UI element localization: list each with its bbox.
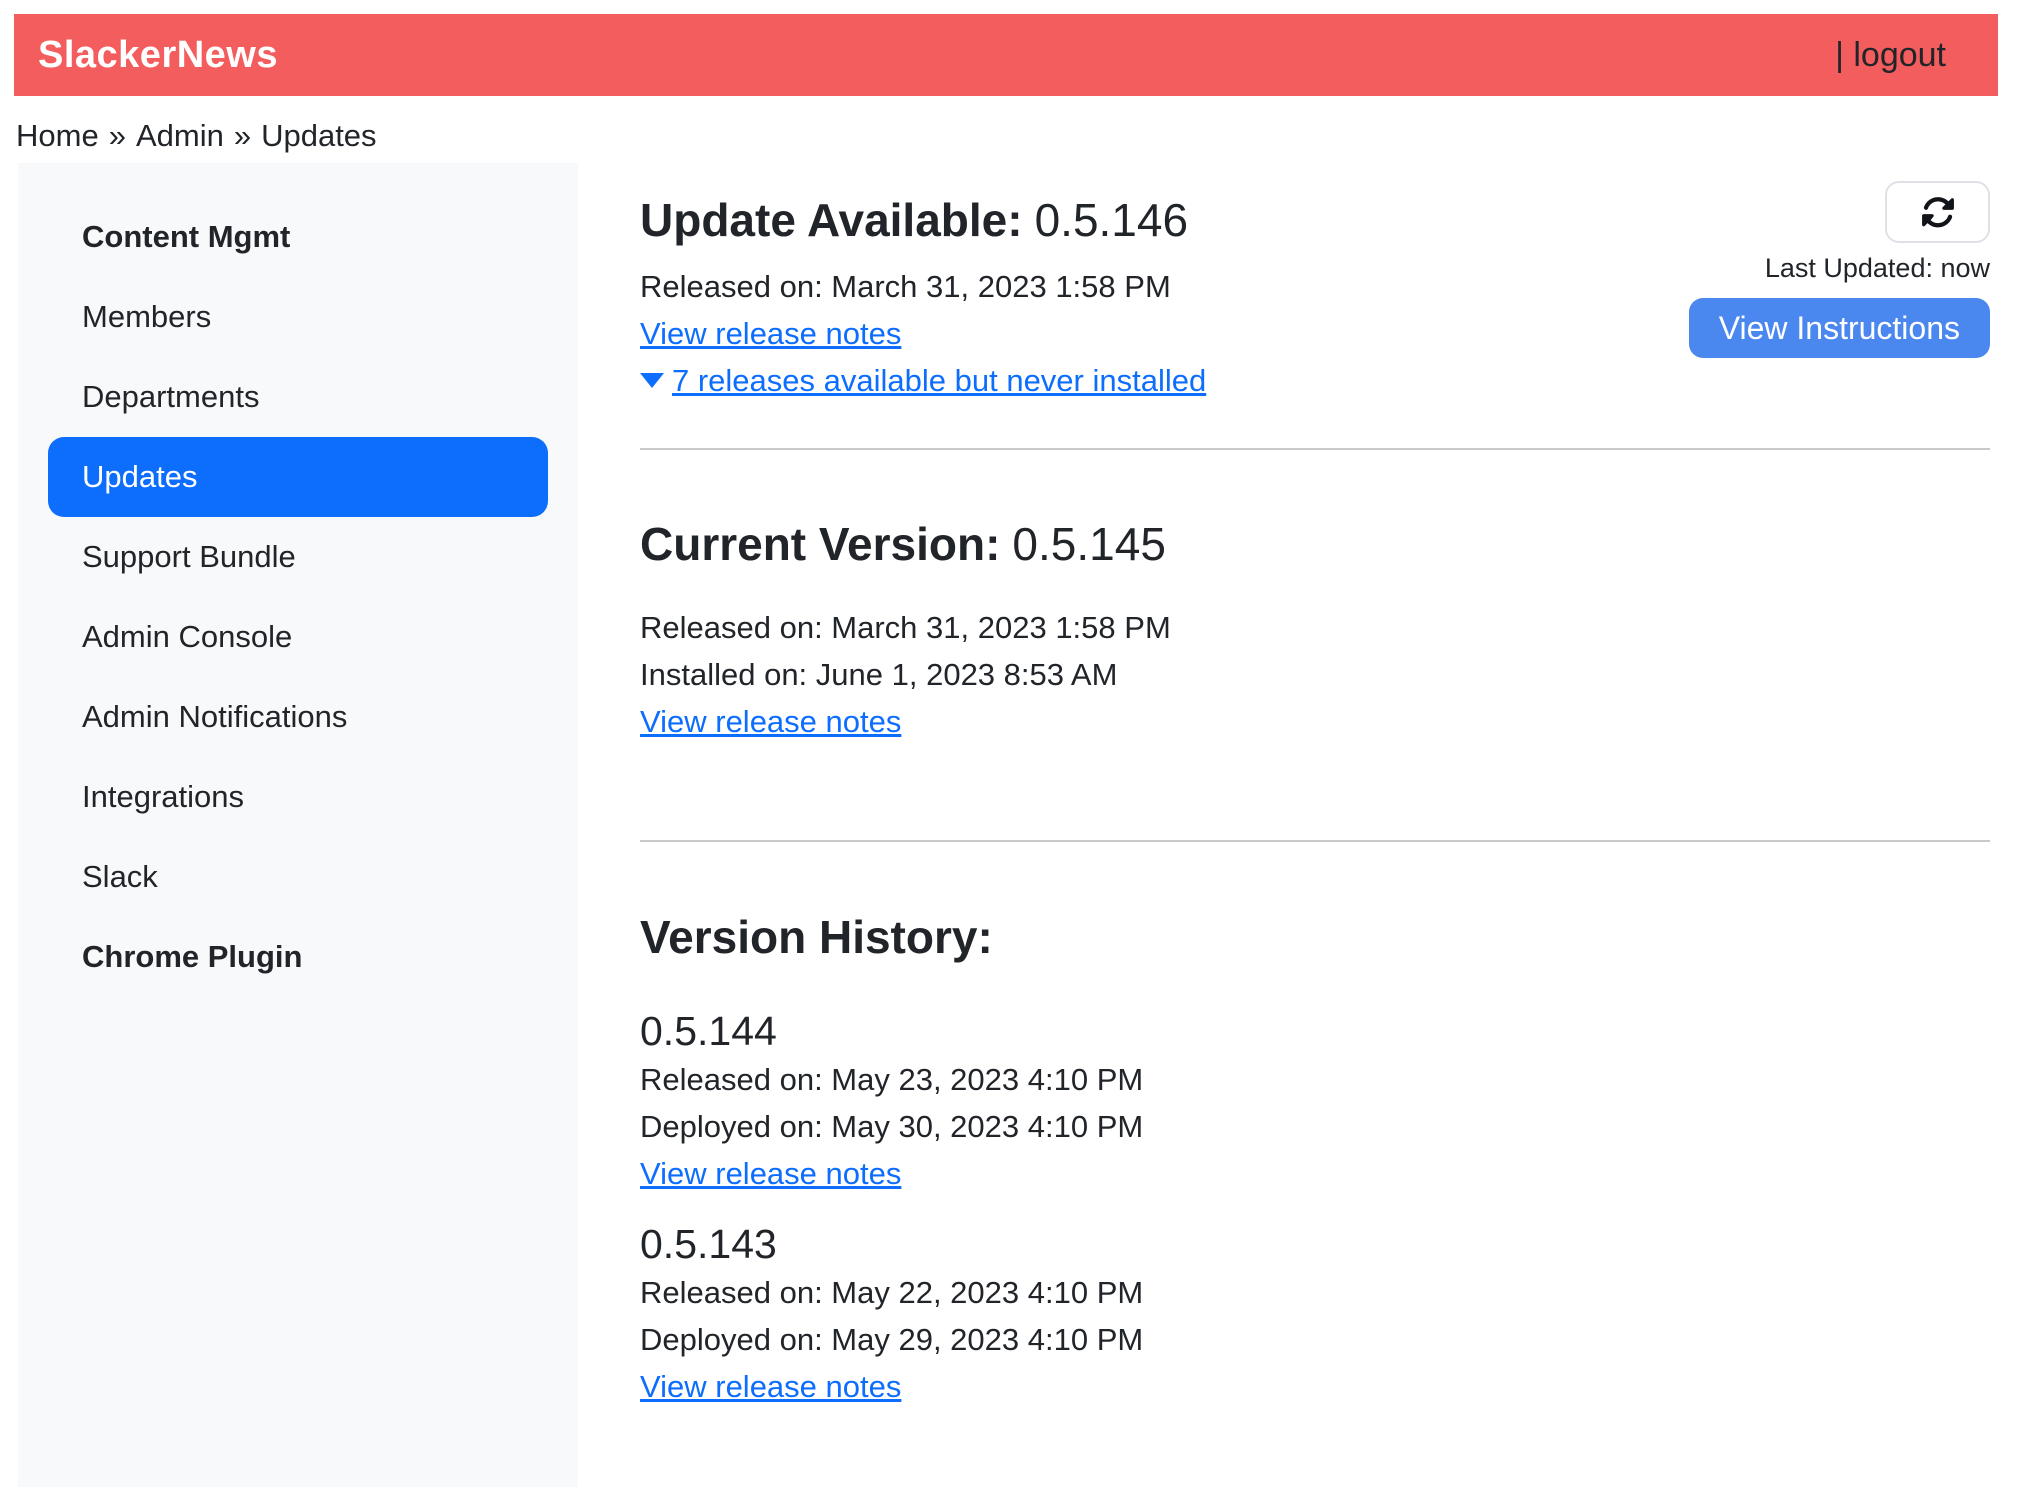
sidebar-item-chrome-plugin[interactable]: Chrome Plugin [48, 917, 548, 997]
sidebar-item-admin-console[interactable]: Admin Console [48, 597, 548, 677]
divider [640, 448, 1990, 450]
history-released-on: Released on: May 23, 2023 4:10 PM [640, 1056, 1990, 1103]
sidebar-item-support-bundle[interactable]: Support Bundle [48, 517, 548, 597]
current-released-on: Released on: March 31, 2023 1:58 PM [640, 604, 1990, 651]
sidebar-item-integrations[interactable]: Integrations [48, 757, 548, 837]
version-history-entry: 0.5.143 Released on: May 22, 2023 4:10 P… [640, 1219, 1990, 1410]
history-released-on: Released on: May 22, 2023 4:10 PM [640, 1269, 1990, 1316]
divider [640, 840, 1990, 842]
last-updated-label: Last Updated: now [1765, 253, 1990, 284]
sidebar-item-departments[interactable]: Departments [48, 357, 548, 437]
current-version-heading: Current Version:0.5.145 [640, 517, 1990, 572]
breadcrumb-updates: Updates [261, 118, 376, 153]
version-history-heading: Version History: [640, 910, 1990, 965]
sidebar-item-admin-notifications[interactable]: Admin Notifications [48, 677, 548, 757]
app-header: SlackerNews | logout [14, 14, 1998, 96]
breadcrumb-home[interactable]: Home [16, 118, 99, 153]
arrows-rotate-icon [1921, 195, 1955, 229]
update-available-label: Update Available: [640, 194, 1023, 246]
history-release-notes-link[interactable]: View release notes [640, 1363, 901, 1410]
caret-down-icon [640, 373, 664, 388]
app-title: SlackerNews [38, 34, 278, 77]
breadcrumb-separator: » [109, 118, 126, 153]
admin-sidebar: Content Mgmt Members Departments Updates… [18, 163, 578, 1487]
current-version-label: Current Version: [640, 518, 1000, 570]
view-instructions-button[interactable]: View Instructions [1689, 298, 1990, 358]
updates-content: Last Updated: now View Instructions Upda… [640, 163, 1990, 1410]
sidebar-item-content-mgmt[interactable]: Content Mgmt [48, 197, 548, 277]
current-release-notes-link[interactable]: View release notes [640, 698, 901, 745]
current-installed-on: Installed on: June 1, 2023 8:53 AM [640, 651, 1990, 698]
update-available-version: 0.5.146 [1035, 194, 1188, 246]
history-release-notes-link[interactable]: View release notes [640, 1150, 901, 1197]
history-version-number: 0.5.144 [640, 1006, 1990, 1056]
history-deployed-on: Deployed on: May 29, 2023 4:10 PM [640, 1316, 1990, 1363]
sidebar-item-updates[interactable]: Updates [48, 437, 548, 517]
history-deployed-on: Deployed on: May 30, 2023 4:10 PM [640, 1103, 1990, 1150]
update-release-notes-link[interactable]: View release notes [640, 310, 901, 357]
breadcrumb-separator: » [234, 118, 251, 153]
sidebar-item-slack[interactable]: Slack [48, 837, 548, 917]
version-history-entry: 0.5.144 Released on: May 23, 2023 4:10 P… [640, 1006, 1990, 1197]
never-installed-releases-link[interactable]: 7 releases available but never installed [672, 357, 1206, 404]
sidebar-item-members[interactable]: Members [48, 277, 548, 357]
update-tools: Last Updated: now View Instructions [1689, 181, 1990, 358]
history-version-number: 0.5.143 [640, 1219, 1990, 1269]
current-version-number: 0.5.145 [1012, 518, 1165, 570]
refresh-button[interactable] [1885, 181, 1990, 243]
logout-link[interactable]: | logout [1835, 36, 1946, 75]
breadcrumb-admin[interactable]: Admin [136, 118, 224, 153]
breadcrumb: Home » Admin » Updates [16, 118, 387, 154]
